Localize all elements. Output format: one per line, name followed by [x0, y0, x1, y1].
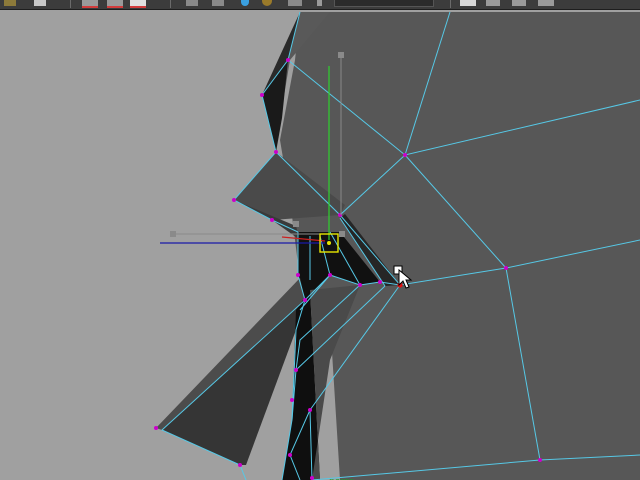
vertex[interactable] [232, 198, 236, 202]
toolbar-separator [170, 0, 171, 8]
command-input[interactable] [334, 0, 434, 7]
lasso-tool-icon[interactable] [107, 0, 123, 8]
snap-curve-icon[interactable] [212, 0, 224, 6]
vertex[interactable] [303, 298, 307, 302]
vertex[interactable] [290, 398, 294, 402]
vertex[interactable] [260, 93, 264, 97]
render-icon[interactable] [486, 0, 500, 6]
toolbar-separator [70, 0, 71, 8]
snap-live-icon[interactable] [288, 0, 302, 6]
snap-point-icon[interactable] [241, 0, 249, 6]
vertex[interactable] [403, 153, 407, 157]
select-tool-icon[interactable] [82, 0, 98, 8]
vertex[interactable] [538, 458, 542, 462]
maya-window: persp [0, 0, 640, 480]
toolbar-separator [450, 0, 451, 8]
chevron-down-icon[interactable] [317, 0, 322, 6]
render-view-icon[interactable] [460, 0, 476, 6]
vertex[interactable] [274, 150, 278, 154]
manipulator-handle[interactable] [339, 231, 345, 237]
render-settings-icon[interactable] [538, 0, 554, 6]
ipr-render-icon[interactable] [512, 0, 526, 6]
paint-select-icon[interactable] [130, 0, 146, 8]
vertex[interactable] [288, 453, 292, 457]
snap-plane-icon[interactable] [262, 0, 272, 6]
vertex[interactable] [296, 273, 300, 277]
manipulator-handle[interactable] [338, 52, 344, 58]
vertex[interactable] [328, 273, 332, 277]
vertex[interactable] [154, 426, 158, 430]
vertex[interactable] [238, 463, 242, 467]
status-line-toolbar [0, 0, 640, 10]
save-scene-icon[interactable] [34, 0, 46, 6]
vertex[interactable] [286, 58, 290, 62]
vertex[interactable] [504, 266, 508, 270]
manipulator-pivot[interactable] [327, 241, 331, 245]
vertex[interactable] [294, 368, 298, 372]
script-icon[interactable] [4, 0, 16, 6]
vertex[interactable] [378, 280, 382, 284]
vertex[interactable] [310, 476, 314, 480]
vertex[interactable] [270, 218, 274, 222]
vertex[interactable] [308, 408, 312, 412]
manipulator-handle[interactable] [293, 221, 299, 227]
perspective-viewport[interactable]: persp [0, 9, 640, 480]
viewport-canvas[interactable] [0, 9, 640, 480]
snap-grid-icon[interactable] [186, 0, 198, 6]
vertex[interactable] [358, 283, 362, 287]
manipulator-handle[interactable] [170, 231, 176, 237]
